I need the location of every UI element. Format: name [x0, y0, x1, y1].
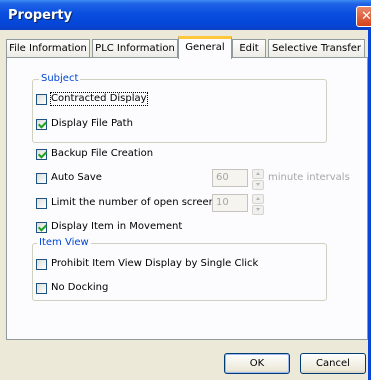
contracted-display-checkbox[interactable]: Contracted Display [36, 92, 148, 106]
tab-strip: File Information PLC Information General… [6, 36, 368, 59]
limit-open-screens-box[interactable] [36, 197, 47, 209]
auto-save-interval-input[interactable]: 60 [212, 169, 248, 187]
close-icon: ✕ [361, 9, 371, 24]
auto-save-label: Auto Save [51, 172, 102, 183]
limit-open-screens-checkbox[interactable]: Limit the number of open screens [36, 197, 220, 209]
backup-file-creation-checkbox[interactable]: Backup File Creation [36, 148, 153, 160]
spin-down-icon[interactable] [252, 205, 264, 215]
backup-file-creation-label: Backup File Creation [51, 148, 154, 159]
ok-button[interactable]: OK [224, 353, 290, 374]
item-view-group-label: Item View [37, 237, 91, 249]
spin-up-icon[interactable] [252, 194, 264, 204]
display-file-path-label: Display File Path [51, 118, 133, 129]
subject-group-label: Subject [39, 73, 81, 85]
limit-open-screens-label: Limit the number of open screens [51, 197, 221, 208]
title-bar[interactable]: Property ✕ [0, 0, 371, 30]
cancel-button[interactable]: Cancel [300, 353, 366, 374]
display-file-path-box[interactable] [36, 118, 47, 130]
tab-selective-transfer[interactable]: Selective Transfer [268, 39, 365, 57]
close-button[interactable]: ✕ [356, 6, 371, 27]
spin-down-icon[interactable] [252, 180, 264, 190]
tab-edit[interactable]: Edit [232, 39, 266, 57]
auto-save-suffix: minute intervals [268, 172, 350, 183]
subject-groupbox: Subject [32, 73, 327, 143]
limit-screens-spinner[interactable] [252, 194, 264, 215]
limit-screens-input[interactable]: 10 [212, 194, 248, 212]
backup-file-creation-box[interactable] [36, 148, 47, 160]
no-docking-checkbox[interactable]: No Docking [36, 282, 108, 294]
contracted-display-label: Contracted Display [50, 92, 148, 106]
property-dialog: Property ✕ File Information PLC Informat… [0, 0, 371, 380]
no-docking-box[interactable] [36, 282, 47, 294]
tab-file-information[interactable]: File Information [6, 39, 90, 57]
window-title: Property [8, 8, 73, 23]
tab-plc-information[interactable]: PLC Information [92, 39, 178, 57]
display-item-in-movement-box[interactable] [36, 221, 47, 233]
auto-save-spinner[interactable] [252, 169, 264, 190]
general-panel: Subject Contracted Display Display File … [6, 57, 368, 340]
contracted-display-box[interactable] [36, 93, 47, 105]
auto-save-checkbox[interactable]: Auto Save [36, 172, 102, 184]
display-item-in-movement-label: Display Item in Movement [51, 221, 183, 232]
tab-general[interactable]: General [178, 36, 232, 59]
no-docking-label: No Docking [51, 282, 109, 293]
prohibit-single-click-box[interactable] [36, 258, 47, 270]
display-item-in-movement-checkbox[interactable]: Display Item in Movement [36, 221, 182, 233]
prohibit-single-click-checkbox[interactable]: Prohibit Item View Display by Single Cli… [36, 258, 258, 270]
display-file-path-checkbox[interactable]: Display File Path [36, 118, 133, 130]
spin-up-icon[interactable] [252, 169, 264, 179]
auto-save-box[interactable] [36, 172, 47, 184]
prohibit-single-click-label: Prohibit Item View Display by Single Cli… [51, 258, 259, 269]
